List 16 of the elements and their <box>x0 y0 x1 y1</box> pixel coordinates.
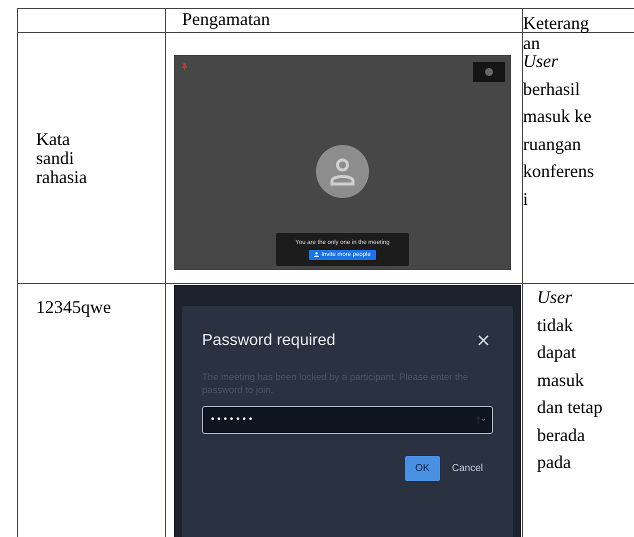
dialog-title: Password required <box>202 332 336 350</box>
mic-icon <box>182 63 187 70</box>
self-video-thumbnail[interactable] <box>473 62 505 82</box>
table-cell-text: 12345qwe <box>36 298 112 317</box>
table-cell-text: User tidak dapat masuk dan tetap berada pada <box>537 286 604 474</box>
person-icon <box>314 252 320 257</box>
table-cell-text: User berhasil masuk ke ruangan konferensi <box>523 50 595 210</box>
close-button[interactable]: × <box>476 330 491 351</box>
key-icon[interactable] <box>476 416 486 424</box>
ok-button[interactable]: OK <box>404 456 440 481</box>
password-field[interactable]: ••••••• <box>202 406 493 434</box>
cancel-button[interactable]: Cancel <box>452 463 483 474</box>
avatar-icon <box>316 145 369 198</box>
column-header: Keterangan <box>523 13 590 53</box>
table-cell-text: Kata sandi rahasia <box>36 130 88 186</box>
column-header: Pengamatan <box>182 9 271 29</box>
